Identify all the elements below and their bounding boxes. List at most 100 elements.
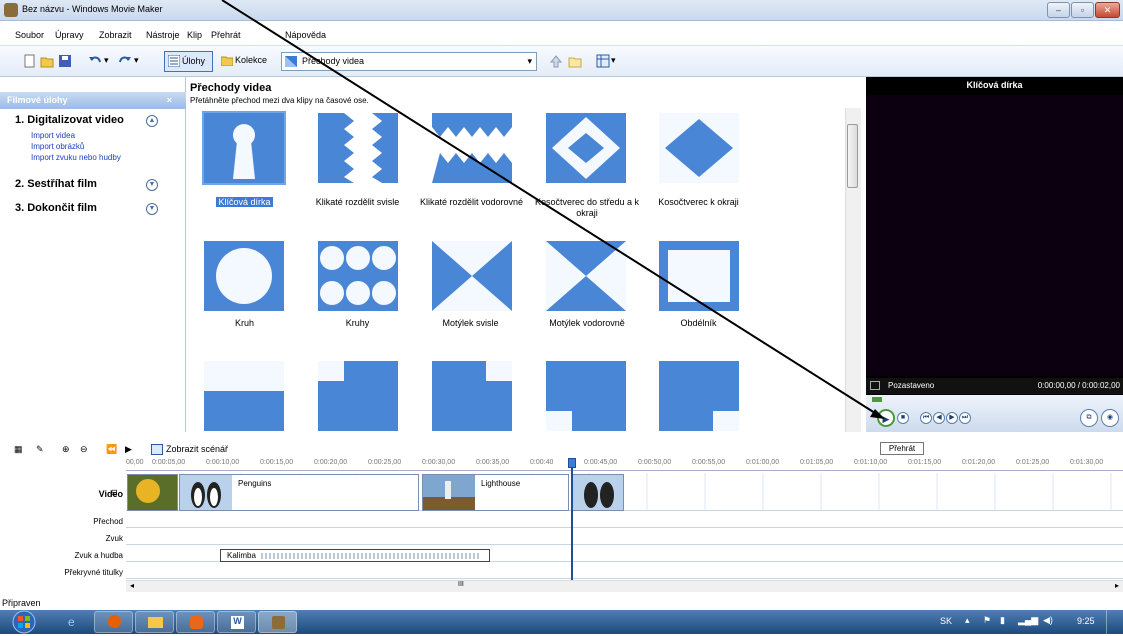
- section-edit-movie[interactable]: 2. Sestříhat film: [15, 178, 97, 190]
- menu-help[interactable]: Nápověda: [285, 30, 326, 40]
- link-import-audio[interactable]: Import zvuku nebo hudby: [31, 153, 121, 162]
- transition-thumbnail[interactable]: [659, 361, 739, 431]
- open-project-icon[interactable]: [40, 54, 54, 68]
- maximize-button[interactable]: ▫: [1071, 2, 1094, 18]
- transition-rectangle[interactable]: [659, 241, 739, 311]
- link-import-pictures[interactable]: Import obrázků: [31, 142, 84, 151]
- action-center-flag-icon[interactable]: ⚑: [983, 615, 991, 626]
- movie-maker-icon[interactable]: [258, 611, 297, 633]
- close-button[interactable]: ✕: [1095, 2, 1120, 18]
- transition-track[interactable]: [126, 511, 1123, 528]
- expand-down-icon[interactable]: ▼: [146, 179, 158, 191]
- up-level-icon[interactable]: [549, 54, 563, 68]
- start-button[interactable]: [5, 610, 43, 634]
- new-project-icon[interactable]: [22, 54, 36, 68]
- menu-play[interactable]: Přehrát: [211, 30, 241, 40]
- transition-butterfly-vertical[interactable]: [432, 241, 512, 311]
- video-clip-penguins[interactable]: Penguins: [179, 474, 419, 511]
- link-import-video[interactable]: Import videa: [31, 131, 75, 140]
- expand-down-icon[interactable]: ▼: [146, 203, 158, 215]
- views-dropdown-icon[interactable]: ▾: [611, 51, 616, 72]
- ruler-tick: 0:00:40: [530, 459, 554, 466]
- next-frame-button[interactable]: ⏭: [959, 412, 971, 424]
- task-pane-close-icon[interactable]: ×: [167, 92, 172, 109]
- media-player-icon[interactable]: [176, 611, 215, 633]
- preview-time: 0:00:00,00 / 0:00:02,00: [1037, 381, 1120, 390]
- show-hidden-icons-icon[interactable]: ▴: [965, 615, 970, 626]
- playhead-handle[interactable]: [568, 458, 576, 468]
- transition-zigzag-horizontal[interactable]: [432, 113, 512, 183]
- firefox-icon[interactable]: [94, 611, 133, 633]
- clock[interactable]: 9:25: [1077, 616, 1095, 626]
- views-icon[interactable]: [596, 54, 610, 68]
- transition-diamond-out[interactable]: [659, 113, 739, 183]
- transition-butterfly-horizontal[interactable]: [546, 241, 626, 311]
- transition-thumbnail[interactable]: [546, 361, 626, 431]
- menu-tools[interactable]: Nástroje: [146, 30, 180, 40]
- play-button[interactable]: ▶: [877, 409, 895, 427]
- transition-zigzag-vertical[interactable]: [318, 113, 398, 183]
- play-timeline-icon[interactable]: ▶: [125, 444, 132, 455]
- collections-button[interactable]: Kolekce: [218, 51, 280, 72]
- menu-file[interactable]: Soubor: [15, 30, 44, 40]
- save-project-icon[interactable]: [58, 54, 72, 68]
- video-clip[interactable]: [127, 474, 178, 511]
- timeline-scrollbar[interactable]: ◂ III ▸: [126, 580, 1123, 592]
- zoom-in-icon[interactable]: ⊕: [62, 444, 70, 455]
- audio-clip-kalimba[interactable]: Kalimba: [220, 549, 490, 562]
- previous-frame-button[interactable]: ⏮: [920, 412, 932, 424]
- timeline-ruler[interactable]: 00,00 0:00:05,00 0:00:10,00 0:00:15,00 0:00:…: [126, 458, 1123, 471]
- audio-track[interactable]: [126, 528, 1123, 545]
- transition-thumbnail[interactable]: [318, 361, 398, 431]
- rewind-button[interactable]: ◀: [933, 412, 945, 424]
- video-clip-lighthouse[interactable]: Lighthouse: [422, 474, 569, 511]
- show-desktop-button[interactable]: [1106, 610, 1118, 634]
- volume-icon[interactable]: ◀): [1043, 615, 1053, 626]
- menu-clip[interactable]: Klip: [187, 30, 202, 40]
- scroll-left-icon[interactable]: ◂: [130, 581, 134, 590]
- video-clip[interactable]: [572, 474, 624, 511]
- scrollbar-thumb[interactable]: [847, 124, 858, 188]
- undo-icon[interactable]: [88, 54, 102, 68]
- language-indicator[interactable]: SK: [940, 616, 952, 626]
- transition-diamond-in-out[interactable]: [546, 113, 626, 183]
- new-folder-icon[interactable]: [568, 54, 582, 68]
- explorer-icon[interactable]: [135, 611, 174, 633]
- transition-keyhole[interactable]: [202, 111, 286, 185]
- seek-slider[interactable]: [872, 397, 882, 402]
- forward-button[interactable]: ▶: [946, 412, 958, 424]
- view-select[interactable]: Přechody videa ▾: [281, 52, 537, 71]
- collapse-track-icon[interactable]: ⊟: [111, 488, 118, 497]
- minimize-button[interactable]: –: [1047, 2, 1070, 18]
- title-overlay-track[interactable]: [126, 562, 1123, 579]
- transition-thumbnail[interactable]: [432, 361, 512, 431]
- snapshot-camera-icon[interactable]: ◉: [1101, 409, 1119, 427]
- toolbar: ▾ ▾ Úlohy Kolekce Přechody videa ▾ ▾: [0, 46, 1123, 77]
- menu-view[interactable]: Zobrazit: [99, 30, 132, 40]
- timeline-view-icon[interactable]: ▦: [14, 444, 23, 455]
- zoom-out-icon[interactable]: ⊖: [80, 444, 88, 455]
- rewind-timeline-icon[interactable]: ⏪: [106, 444, 117, 455]
- show-storyboard-button[interactable]: Zobrazit scénář: [166, 444, 228, 454]
- scroll-right-icon[interactable]: ▸: [1115, 581, 1119, 590]
- stop-button[interactable]: ■: [897, 412, 909, 424]
- undo-dropdown-icon[interactable]: ▾: [104, 51, 109, 72]
- redo-dropdown-icon[interactable]: ▾: [134, 51, 139, 72]
- split-clip-icon[interactable]: ⧉: [1080, 409, 1098, 427]
- transition-label: Obdélník: [680, 318, 717, 328]
- tasks-button[interactable]: Úlohy: [164, 51, 213, 72]
- collapse-up-icon[interactable]: ▲: [146, 115, 158, 127]
- ie-icon[interactable]: e: [54, 611, 93, 633]
- section-finish-movie[interactable]: 3. Dokončit film: [15, 202, 97, 214]
- word-icon[interactable]: W: [217, 611, 256, 633]
- transition-circles[interactable]: [318, 241, 398, 311]
- power-icon[interactable]: ▮: [1000, 615, 1005, 626]
- transition-thumbnail[interactable]: [204, 361, 284, 431]
- clip-thumbnail: [128, 475, 177, 510]
- network-icon[interactable]: ▂▄▆: [1018, 615, 1038, 626]
- section-capture-video[interactable]: 1. Digitalizovat video: [15, 114, 124, 126]
- narrate-mic-icon[interactable]: ✎: [36, 444, 44, 455]
- transition-circle[interactable]: [204, 241, 284, 311]
- menu-edit[interactable]: Úpravy: [55, 30, 84, 40]
- redo-icon[interactable]: [118, 54, 132, 68]
